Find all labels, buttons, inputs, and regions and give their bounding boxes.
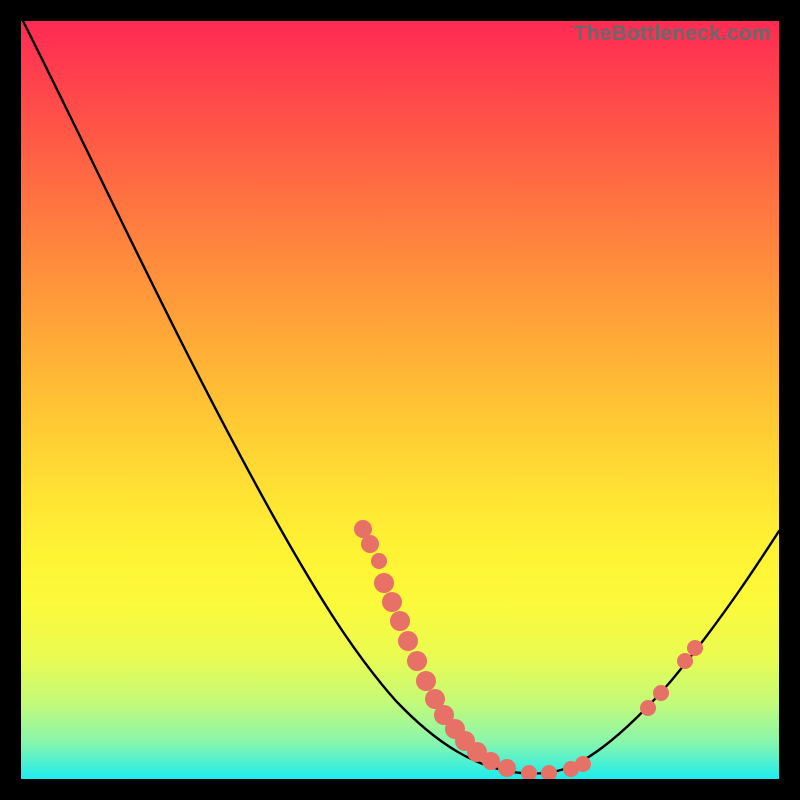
data-marker	[687, 640, 703, 656]
data-marker	[653, 685, 669, 701]
data-marker	[416, 671, 436, 691]
data-marker	[482, 752, 500, 770]
data-marker	[498, 759, 516, 777]
data-marker	[390, 611, 410, 631]
data-marker	[374, 573, 394, 593]
data-marker	[541, 765, 557, 779]
data-marker	[677, 653, 693, 669]
data-markers-group	[354, 520, 703, 779]
data-marker	[521, 765, 537, 779]
bottleneck-curve	[23, 21, 779, 774]
data-marker	[640, 700, 656, 716]
data-marker	[361, 535, 379, 553]
data-marker	[575, 756, 591, 772]
chart-svg	[21, 21, 779, 779]
data-marker	[407, 651, 427, 671]
data-marker	[398, 631, 418, 651]
data-marker	[382, 592, 402, 612]
gradient-plot-area: TheBottleneck.com	[21, 21, 779, 779]
data-marker	[371, 553, 387, 569]
